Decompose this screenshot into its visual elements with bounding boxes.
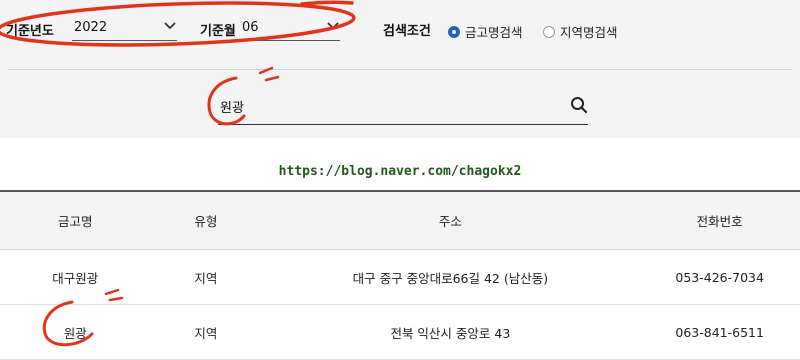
- cell-vault-name[interactable]: 대구원광: [0, 249, 151, 305]
- month-select-value: 06: [242, 20, 259, 35]
- cell-phone: 053-426-7034: [639, 249, 800, 305]
- filter-panel: 기준년도 2022 기준월 06 검색조건 금고명검색 지역명검색: [0, 0, 800, 138]
- chevron-down-icon: [327, 22, 339, 30]
- chevron-down-icon: [164, 22, 176, 30]
- cell-type: 지역: [150, 249, 262, 305]
- column-header-address: 주소: [261, 191, 640, 250]
- month-label: 기준월: [200, 24, 236, 39]
- results-table: 금고명 유형 주소 전화번호 대구원광 지역 대구 중구 중앙대로66길 42 …: [0, 190, 800, 360]
- cell-type: 지역: [150, 304, 262, 360]
- radio-dot: [543, 25, 555, 38]
- year-select[interactable]: 2022: [72, 10, 177, 41]
- divider: [8, 69, 792, 70]
- radio-dot-selected: [448, 25, 460, 38]
- table-header-row: 금고명 유형 주소 전화번호: [0, 191, 800, 250]
- search-condition-label: 검색조건: [383, 24, 431, 39]
- cell-address: 전북 익산시 중앙로 43: [261, 304, 640, 360]
- cell-vault-name[interactable]: 원광: [0, 304, 151, 360]
- search-box: [218, 88, 588, 125]
- search-input[interactable]: [218, 94, 552, 118]
- cell-address: 대구 중구 중앙대로66길 42 (남산동): [261, 249, 640, 305]
- column-header-phone: 전화번호: [639, 191, 800, 250]
- watermark-url: https://blog.naver.com/chagokx2: [278, 164, 522, 179]
- radio-vault-name-search[interactable]: 금고명검색: [448, 22, 523, 41]
- table-row[interactable]: 대구원광 지역 대구 중구 중앙대로66길 42 (남산동) 053-426-7…: [0, 249, 800, 305]
- radio-region-name-search[interactable]: 지역명검색: [543, 22, 618, 41]
- radio-label: 금고명검색: [465, 25, 523, 40]
- radio-label: 지역명검색: [560, 25, 618, 40]
- year-label: 기준년도: [6, 24, 54, 39]
- column-header-vault-name: 금고명: [0, 191, 151, 250]
- year-select-value: 2022: [74, 20, 108, 35]
- column-header-type: 유형: [150, 191, 262, 250]
- search-icon[interactable]: [570, 96, 588, 114]
- table-row[interactable]: 원광 지역 전북 익산시 중앙로 43 063-841-6511: [0, 304, 800, 360]
- cell-phone: 063-841-6511: [639, 304, 800, 360]
- month-select[interactable]: 06: [240, 10, 340, 41]
